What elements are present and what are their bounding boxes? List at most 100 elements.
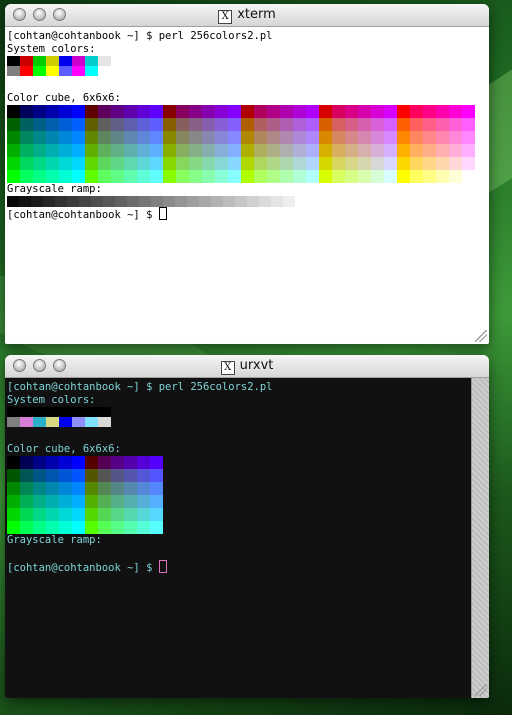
- color-swatch: [85, 131, 98, 144]
- color-swatch: [189, 131, 202, 144]
- color-swatch: [137, 144, 150, 157]
- color-swatch: [462, 144, 475, 157]
- color-swatch: [98, 417, 111, 427]
- color-swatch: [202, 170, 215, 183]
- x11-icon: X: [220, 361, 235, 375]
- color-swatch: [358, 131, 371, 144]
- color-swatch: [33, 66, 46, 76]
- color-cube-label: Color cube, 6x6x6:: [7, 443, 121, 455]
- color-swatch: [85, 469, 98, 482]
- system-colors-row: [7, 417, 472, 427]
- color-swatch: [358, 157, 371, 170]
- color-swatch: [7, 157, 20, 170]
- color-swatch: [124, 144, 137, 157]
- color-swatch: [150, 105, 163, 118]
- color-swatch: [7, 66, 20, 76]
- color-swatch: [423, 105, 436, 118]
- color-swatch: [150, 469, 163, 482]
- color-swatch: [189, 157, 202, 170]
- scrollbar[interactable]: [471, 378, 489, 698]
- color-swatch: [176, 118, 189, 131]
- color-swatch: [384, 144, 397, 157]
- color-swatch: [85, 456, 98, 469]
- color-swatch: [150, 131, 163, 144]
- system-colors-row: [7, 407, 472, 417]
- color-swatch: [59, 407, 72, 417]
- gray-swatch: [235, 196, 247, 207]
- gray-swatch: [55, 196, 67, 207]
- color-swatch: [189, 118, 202, 131]
- color-swatch: [72, 105, 85, 118]
- xterm-window[interactable]: Xxterm [cohtan@cohtanbook ~] $ perl 256c…: [5, 4, 489, 344]
- color-swatch: [20, 508, 33, 521]
- gray-swatch: [19, 196, 31, 207]
- color-swatch: [59, 495, 72, 508]
- resize-grip[interactable]: [475, 330, 487, 342]
- color-swatch: [33, 508, 46, 521]
- gray-swatch: [199, 196, 211, 207]
- color-swatch: [332, 118, 345, 131]
- color-swatch: [59, 508, 72, 521]
- color-swatch: [85, 105, 98, 118]
- color-swatch: [7, 482, 20, 495]
- color-swatch: [410, 105, 423, 118]
- color-swatch: [358, 144, 371, 157]
- color-swatch: [345, 170, 358, 183]
- color-swatch: [33, 469, 46, 482]
- color-swatch: [20, 407, 33, 417]
- color-swatch: [33, 105, 46, 118]
- color-swatch: [20, 66, 33, 76]
- color-swatch: [397, 131, 410, 144]
- color-swatch: [33, 482, 46, 495]
- xterm-terminal[interactable]: [cohtan@cohtanbook ~] $ perl 256colors2.…: [5, 27, 489, 344]
- color-swatch: [7, 118, 20, 131]
- color-swatch: [124, 521, 137, 534]
- color-swatch: [384, 157, 397, 170]
- color-swatch: [280, 157, 293, 170]
- xterm-titlebar[interactable]: Xxterm: [5, 4, 489, 27]
- color-swatch: [33, 495, 46, 508]
- color-swatch: [241, 131, 254, 144]
- color-swatch: [163, 170, 176, 183]
- prompt-text: [cohtan@cohtanbook ~] $: [7, 562, 159, 574]
- color-swatch: [423, 157, 436, 170]
- color-swatch: [150, 157, 163, 170]
- color-swatch: [189, 170, 202, 183]
- color-swatch: [267, 144, 280, 157]
- urxvt-terminal[interactable]: [cohtan@cohtanbook ~] $ perl 256colors2.…: [5, 378, 472, 698]
- color-swatch: [98, 105, 111, 118]
- gray-swatch: [223, 196, 235, 207]
- color-swatch: [33, 118, 46, 131]
- color-swatch: [20, 144, 33, 157]
- color-swatch: [124, 469, 137, 482]
- color-swatch: [215, 144, 228, 157]
- color-swatch: [20, 469, 33, 482]
- color-swatch: [7, 170, 20, 183]
- color-swatch: [358, 170, 371, 183]
- urxvt-titlebar[interactable]: Xurxvt: [5, 355, 489, 378]
- color-swatch: [20, 170, 33, 183]
- color-swatch: [306, 131, 319, 144]
- color-swatch: [215, 157, 228, 170]
- prompt-text: [cohtan@cohtanbook ~] $: [7, 209, 159, 221]
- color-swatch: [319, 105, 332, 118]
- color-swatch: [436, 157, 449, 170]
- gray-swatch: [67, 196, 79, 207]
- color-swatch: [137, 495, 150, 508]
- color-swatch: [85, 56, 98, 66]
- resize-grip[interactable]: [475, 684, 487, 696]
- gray-swatch: [175, 196, 187, 207]
- color-swatch: [228, 157, 241, 170]
- gray-swatch: [259, 196, 271, 207]
- color-swatch: [371, 105, 384, 118]
- color-cube-grid: [7, 105, 489, 183]
- color-swatch: [20, 131, 33, 144]
- gray-swatch: [139, 196, 151, 207]
- urxvt-window[interactable]: Xurxvt [cohtan@cohtanbook ~] $ perl 256c…: [5, 355, 489, 698]
- color-swatch: [137, 105, 150, 118]
- color-swatch: [124, 508, 137, 521]
- color-swatch: [306, 118, 319, 131]
- color-swatch: [163, 144, 176, 157]
- color-swatch: [20, 456, 33, 469]
- color-swatch: [46, 456, 59, 469]
